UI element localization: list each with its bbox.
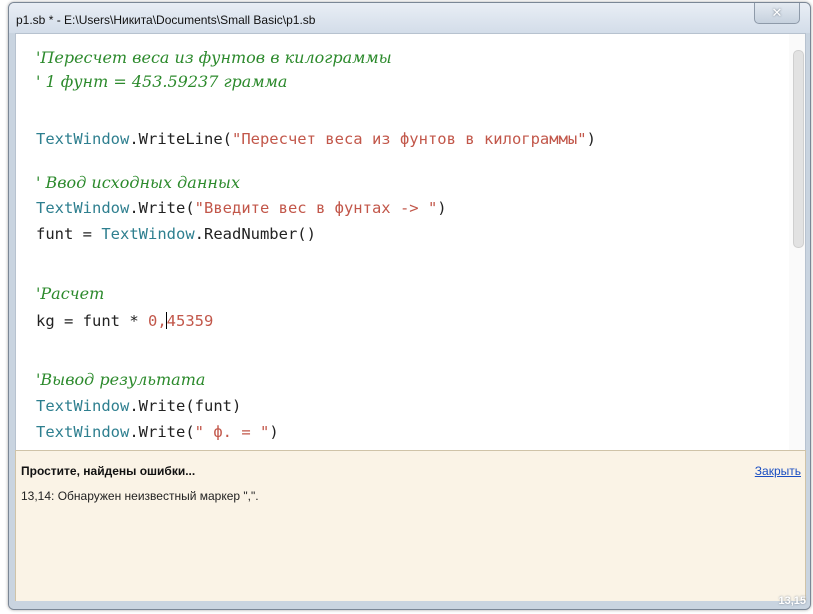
code-comment-line: 'Расчет (36, 284, 105, 303)
code-line: TextWindow.Write("Введите вес в фунтах -… (36, 199, 447, 217)
error-close-link[interactable]: Закрыть (755, 464, 801, 478)
code-punct: ) (437, 199, 447, 217)
error-panel-title: Простите, найдены ошибки... (21, 464, 196, 478)
code-method: .Write( (129, 423, 195, 441)
code-line: funt = TextWindow.ReadNumber() (36, 225, 316, 243)
code-string: "Пересчет веса из фунтов в килограммы" (231, 130, 587, 148)
code-string: "Введите вес в фунтах -> " (194, 199, 438, 217)
code-comment-line: ' Ввод исходных данных (36, 173, 240, 192)
code-editor[interactable]: 'Пересчет веса из фунтов в килограммы ' … (15, 33, 806, 451)
code-method: .ReadNumber() (194, 225, 316, 243)
editor-window: p1.sb * - E:\Users\Никита\Documents\Smal… (8, 2, 811, 610)
close-button[interactable]: ✕ (754, 3, 800, 24)
code-comment-line: 'Вывод результата (36, 370, 206, 389)
code-object: TextWindow (36, 423, 130, 441)
code-number: 45359 (166, 312, 214, 330)
cursor-position: 13,15 (778, 595, 806, 607)
code-area[interactable]: 'Пересчет веса из фунтов в килограммы ' … (16, 34, 789, 450)
code-object: TextWindow (36, 199, 130, 217)
error-panel: Простите, найдены ошибки... Закрыть 13,1… (15, 450, 806, 604)
code-line: TextWindow.Write(" ф. = ") (36, 423, 279, 441)
code-punct: ) (586, 130, 596, 148)
code-line: TextWindow.WriteLine("Пересчет веса из ф… (36, 130, 596, 148)
code-line: kg = funt * 0,45359 (36, 312, 213, 330)
code-method: .Write(funt) (129, 397, 242, 415)
code-line: TextWindow.Write(funt) (36, 397, 241, 415)
error-message[interactable]: 13,14: Обнаружен неизвестный маркер ",". (21, 489, 259, 503)
close-icon: ✕ (771, 5, 783, 21)
code-object: TextWindow (36, 130, 130, 148)
window-title: p1.sb * - E:\Users\Никита\Documents\Smal… (16, 13, 316, 27)
code-variable: funt = (36, 225, 102, 243)
code-method: .Write( (129, 199, 195, 217)
code-comment-line: 'Пересчет веса из фунтов в килограммы (36, 48, 392, 67)
scrollbar-thumb[interactable] (793, 50, 804, 248)
vertical-scrollbar[interactable] (789, 34, 805, 450)
code-comment-line: ' 1 фунт = 453.59237 грамма (36, 72, 288, 91)
title-bar[interactable]: p1.sb * - E:\Users\Никита\Documents\Smal… (9, 3, 810, 33)
code-number: 0, (147, 312, 167, 330)
code-method: .WriteLine( (129, 130, 232, 148)
code-string: " ф. = " (194, 423, 270, 441)
code-object: TextWindow (101, 225, 195, 243)
code-variable: kg = funt * (36, 312, 148, 330)
status-bar (9, 601, 810, 609)
code-punct: ) (269, 423, 279, 441)
code-object: TextWindow (36, 397, 130, 415)
